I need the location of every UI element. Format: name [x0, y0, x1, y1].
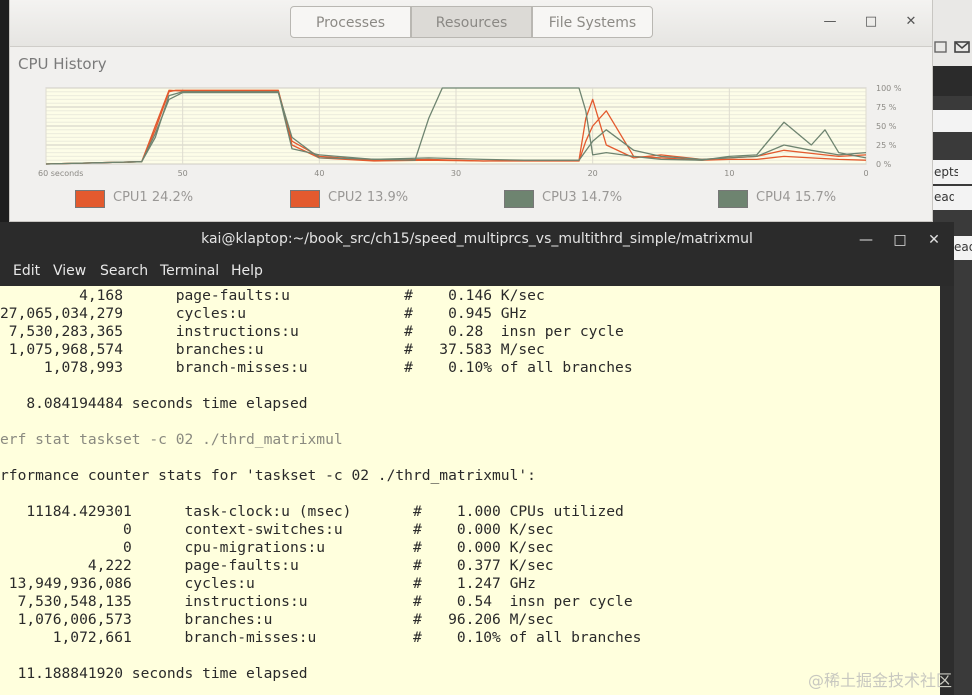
terminal-line: 0 cpu-migrations:u # 0.000 K/sec: [0, 539, 554, 556]
background-app-row: [932, 110, 972, 132]
terminal-line: 1,072,661 branch-misses:u # 0.10% of all…: [0, 629, 642, 646]
y-tick-label: 0 %: [876, 160, 892, 169]
y-tick-label: 100 %: [876, 84, 902, 93]
legend-label: CPU1 24.2%: [113, 190, 194, 205]
menu-search[interactable]: Search: [100, 263, 148, 279]
terminal-title: kai@klaptop:~/book_src/ch15/speed_multip…: [201, 231, 753, 247]
terminal-titlebar: kai@klaptop:~/book_src/ch15/speed_multip…: [0, 222, 954, 258]
x-tick-label: 10: [724, 169, 734, 178]
terminal-line: 7,530,283,365 instructions:u # 0.28 insn…: [0, 323, 624, 340]
menu-edit[interactable]: Edit: [13, 263, 40, 279]
terminal-line: 4,222 page-faults:u # 0.377 K/sec: [0, 557, 554, 574]
minimize-button[interactable]: —: [856, 230, 876, 250]
terminal-line: 4,168 page-faults:u # 0.146 K/sec: [0, 287, 545, 304]
legend-label: CPU3 14.7%: [542, 190, 623, 205]
maximize-button[interactable]: □: [890, 230, 910, 250]
y-tick-label: 25 %: [876, 141, 897, 150]
x-tick-label: 60 seconds: [38, 169, 83, 178]
tab-resources[interactable]: Resources: [411, 6, 532, 38]
terminal-line: rformance counter stats for 'taskset -c …: [0, 467, 536, 484]
x-tick-label: 0: [863, 169, 868, 178]
window-icon: [934, 41, 947, 53]
terminal-line: 8.084194484 seconds time elapsed: [0, 395, 308, 412]
terminal-line: 13,949,936,086 cycles:u # 1.247 GHz: [0, 575, 536, 592]
x-tick-label: 20: [588, 169, 598, 178]
terminal-line: 7,530,548,135 instructions:u # 0.54 insn…: [0, 593, 633, 610]
menu-terminal[interactable]: Terminal: [160, 263, 219, 279]
terminal-menubar: Edit View Search Terminal Help: [0, 258, 954, 287]
view-switcher: Processes Resources File Systems: [290, 6, 653, 38]
terminal-line: 0 context-switches:u # 0.000 K/sec: [0, 521, 554, 538]
legend-swatch[interactable]: [718, 190, 748, 208]
minimize-button[interactable]: —: [820, 12, 840, 32]
terminal-line: 1,076,006,573 branches:u # 96.206 M/sec: [0, 611, 554, 628]
background-app-toolbar: [932, 66, 972, 96]
close-button[interactable]: ✕: [924, 230, 944, 250]
legend-swatch[interactable]: [290, 190, 320, 208]
terminal-scrollbar[interactable]: [940, 286, 954, 695]
cpu-history-chart: 60 seconds 50 40 30 20 10 0 100 % 75 % 50 % 25 % 0 …: [38, 84, 902, 178]
x-tick-label: 40: [314, 169, 324, 178]
tab-processes[interactable]: Processes: [290, 6, 411, 38]
terminal-output[interactable]: 4,168 page-faults:u # 0.146 K/sec 27,065…: [0, 286, 940, 695]
legend-swatch[interactable]: [75, 190, 105, 208]
x-tick-label: 30: [451, 169, 461, 178]
terminal-line: 27,065,034,279 cycles:u # 0.945 GHz: [0, 305, 528, 322]
mail-icon[interactable]: [954, 40, 970, 54]
terminal-line: 1,078,993 branch-misses:u # 0.10% of all…: [0, 359, 633, 376]
cpu-history-title: CPU History: [18, 55, 107, 73]
legend-label: CPU4 15.7%: [756, 190, 837, 205]
terminal-command-line: erf stat taskset -c 02 ./thrd_matrixmul: [0, 431, 343, 448]
close-button[interactable]: ✕: [901, 12, 921, 32]
y-tick-label: 50 %: [876, 122, 897, 131]
x-tick-label: 50: [178, 169, 188, 178]
terminal-line: 1,075,968,574 branches:u # 37.583 M/sec: [0, 341, 545, 358]
terminal-line: 11184.429301 task-clock:u (msec) # 1.000…: [0, 503, 624, 520]
background-app-text: ead: [954, 240, 972, 254]
background-app-text: ead: [934, 190, 954, 204]
system-monitor-window: Processes Resources File Systems — □ ✕ C…: [9, 0, 933, 222]
menu-view[interactable]: View: [53, 263, 86, 279]
tab-file-systems[interactable]: File Systems: [532, 6, 653, 38]
maximize-button[interactable]: □: [861, 12, 881, 32]
watermark: @稀土掘金技术社区: [808, 671, 953, 690]
terminal-window: kai@klaptop:~/book_src/ch15/speed_multip…: [0, 222, 954, 695]
system-monitor-headerbar: Processes Resources File Systems — □ ✕: [10, 0, 932, 47]
y-tick-label: 75 %: [876, 103, 897, 112]
menu-help[interactable]: Help: [231, 263, 263, 279]
background-app-text: epts: [934, 165, 958, 179]
terminal-line: 11.188841920 seconds time elapsed: [0, 665, 308, 682]
legend-label: CPU2 13.9%: [328, 190, 409, 205]
legend-swatch[interactable]: [504, 190, 534, 208]
background-app-header: [932, 0, 972, 66]
